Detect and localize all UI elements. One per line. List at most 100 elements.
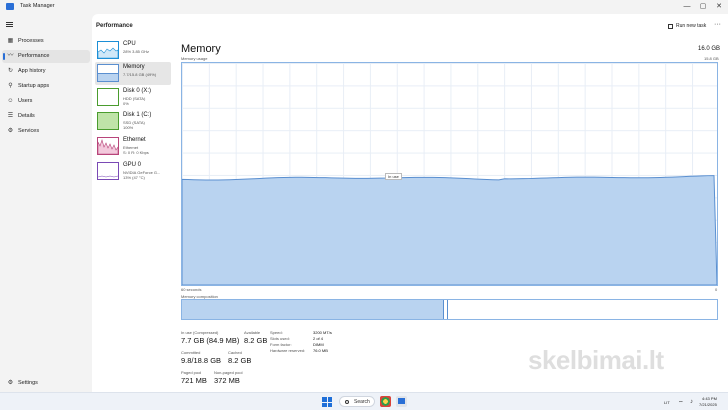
nav-item-settings[interactable]: ⚙ Settings xyxy=(2,377,90,390)
nav-item-services[interactable]: ⚙ Services xyxy=(2,125,90,138)
device-disk-0[interactable]: Disk 0 (X:) HDD (SATA) 0% xyxy=(95,86,171,109)
memory-usage-max: 15.8 GB xyxy=(704,56,719,61)
memory-usage-area xyxy=(182,175,717,285)
clock-time[interactable]: 4:43 PM xyxy=(702,396,717,401)
memory-total: 16.0 GB xyxy=(698,46,721,52)
run-new-task-button[interactable]: Run new task xyxy=(676,23,706,29)
search-icon xyxy=(345,400,349,404)
composition-modified xyxy=(446,300,448,319)
memory-usage-label: Memory usage xyxy=(181,56,208,61)
memory-usage-graph[interactable] xyxy=(181,62,718,286)
nav-item-label: Details xyxy=(18,113,35,119)
device-name: GPU 0 xyxy=(123,162,142,168)
device-usage: 100% xyxy=(123,125,134,130)
hamburger-menu-icon[interactable] xyxy=(6,22,13,27)
search-label: Search xyxy=(354,399,370,405)
details-icon: ☰ xyxy=(7,113,14,119)
watermark: skelbimai.lt xyxy=(528,345,664,375)
chrome-icon[interactable] xyxy=(380,396,391,407)
language-indicator[interactable]: LIT xyxy=(664,400,670,405)
device-name: Disk 0 (X:) xyxy=(123,88,152,94)
device-memory[interactable]: Memory 7.7/15.8 GB (49%) xyxy=(95,62,171,85)
minimize-button[interactable]: — xyxy=(680,1,694,12)
device-cpu[interactable]: CPU 28% 3.85 GHz xyxy=(95,39,171,62)
cached-label: Cached xyxy=(228,350,242,355)
device-detail: 7.7/15.8 GB (49%) xyxy=(123,72,157,77)
run-new-task-icon xyxy=(668,24,673,29)
nav-item-startup-apps[interactable]: ⚲ Startup apps xyxy=(2,80,90,93)
maximize-button[interactable]: ▢ xyxy=(696,1,710,12)
clock-date[interactable]: 7/21/2025 xyxy=(699,402,717,407)
non-paged-pool-value: 372 MB xyxy=(214,376,240,385)
device-name: Disk 1 (C:) xyxy=(123,112,152,118)
available-label: Available xyxy=(244,330,261,335)
in-use-value: 7.7 GB (84.9 MB) xyxy=(181,336,240,345)
in-use-label: In use (Compressed) xyxy=(181,330,219,335)
device-detail: 28% 3.85 GHz xyxy=(123,49,150,54)
users-icon: ☺ xyxy=(7,98,14,104)
nav-item-performance[interactable]: 〰 Performance xyxy=(2,50,90,63)
memory-title: Memory xyxy=(181,43,221,55)
committed-label: Committed xyxy=(181,350,201,355)
close-button[interactable]: ✕ xyxy=(712,1,726,12)
paged-pool-value: 721 MB xyxy=(181,376,207,385)
disk0-thumbnail xyxy=(97,88,119,106)
taskbar-search[interactable]: Search xyxy=(339,396,375,407)
disk1-thumbnail xyxy=(97,112,119,130)
ethernet-thumbnail xyxy=(97,137,119,155)
window-title: Task Manager xyxy=(20,3,55,9)
memory-composition-bar[interactable] xyxy=(181,299,718,320)
performance-icon: 〰 xyxy=(7,53,14,59)
device-usage: 13% (47 °C) xyxy=(123,175,145,180)
hardware-reserved-value: 76.0 MB xyxy=(313,348,328,353)
nav-item-label: Processes xyxy=(18,38,44,44)
volume-icon[interactable]: ♪ xyxy=(690,399,693,405)
nav-item-app-history[interactable]: ↻ App history xyxy=(2,65,90,78)
in-use-tooltip: In use xyxy=(385,173,402,180)
start-windows-icon[interactable] xyxy=(322,397,332,407)
nav-item-label: Performance xyxy=(18,53,50,59)
nav-item-details[interactable]: ☰ Details xyxy=(2,110,90,123)
nav-item-users[interactable]: ☺ Users xyxy=(2,95,90,108)
nav-item-label: Services xyxy=(18,128,40,134)
nav-item-label: Startup apps xyxy=(18,83,50,89)
network-icon[interactable]: ⌔ xyxy=(678,399,684,407)
nav-item-label: Settings xyxy=(18,380,38,386)
nav-item-label: Users xyxy=(18,98,33,104)
processes-icon: ▦ xyxy=(7,38,14,44)
taskbar: Search LIT ⌔ ♪ 4:43 PM 7/21/2025 xyxy=(0,392,728,410)
device-usage: 0% xyxy=(123,101,129,106)
task-manager-taskbar-icon[interactable] xyxy=(396,396,407,407)
sidebar: ▦ Processes 〰 Performance ↻ App history … xyxy=(0,14,92,392)
form-factor-label: Form factor: xyxy=(270,342,292,347)
hardware-reserved-label: Hardware reserved: xyxy=(270,348,306,353)
slots-used-value: 2 of 4 xyxy=(313,336,324,341)
speed-label: Speed: xyxy=(270,330,283,335)
available-value: 8.2 GB xyxy=(244,336,268,345)
services-icon: ⚙ xyxy=(7,128,14,134)
device-ethernet[interactable]: Ethernet Ethernet S: 0 R: 0 Kbps xyxy=(95,135,171,158)
main-panel: Performance Run new task ··· CPU 28% 3.8… xyxy=(92,14,728,392)
slots-used-label: Slots used: xyxy=(270,336,290,341)
gpu-thumbnail xyxy=(97,162,119,180)
committed-value: 9.8/18.8 GB xyxy=(181,356,222,365)
device-usage: S: 0 R: 0 Kbps xyxy=(123,150,149,155)
more-options-button[interactable]: ··· xyxy=(714,21,721,28)
time-axis-right: 0 xyxy=(715,287,718,292)
task-manager-logo-icon xyxy=(6,3,14,10)
page-title: Performance xyxy=(96,23,133,29)
app-history-icon: ↻ xyxy=(7,68,14,74)
device-name: Memory xyxy=(123,64,145,70)
startup-icon: ⚲ xyxy=(8,83,13,89)
device-disk-1[interactable]: Disk 1 (C:) SSD (SATA) 100% xyxy=(95,110,171,133)
paged-pool-label: Paged pool xyxy=(181,370,202,375)
device-name: Ethernet xyxy=(123,137,146,143)
non-paged-pool-label: Non-paged pool xyxy=(214,370,243,375)
device-gpu-0[interactable]: GPU 0 NVIDIA GeForce G... 13% (47 °C) xyxy=(95,160,171,183)
nav-item-processes[interactable]: ▦ Processes xyxy=(2,35,90,48)
nav-item-label: App history xyxy=(18,68,46,74)
title-bar: Task Manager — ▢ ✕ xyxy=(0,0,728,14)
settings-gear-icon: ⚙ xyxy=(7,380,14,386)
form-factor-value: DIMM xyxy=(313,342,324,347)
device-name: CPU xyxy=(123,41,136,47)
